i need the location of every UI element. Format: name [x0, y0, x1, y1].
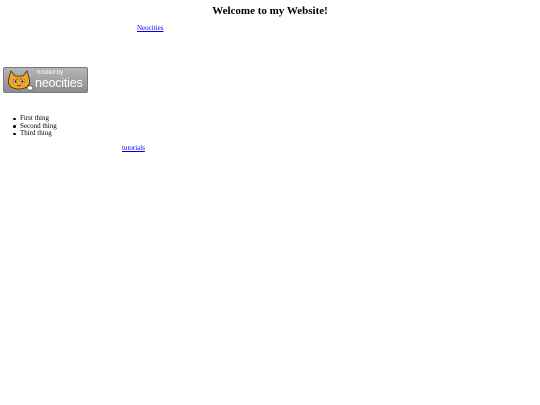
page: Welcome to my Website! Neocities hosted … [0, 0, 540, 405]
tutorials-link[interactable]: tutorials [122, 144, 145, 152]
badge-brand-text: neocities [35, 76, 83, 90]
list-item: Third thing [13, 129, 57, 138]
things-list: First thing Second thing Third thing [13, 114, 57, 138]
neocities-cat-logo-icon [7, 70, 34, 91]
hosted-by-neocities-badge[interactable]: hosted by neocities [3, 67, 88, 93]
neocities-link[interactable]: Neocities [137, 24, 163, 32]
page-title: Welcome to my Website! [212, 5, 328, 17]
